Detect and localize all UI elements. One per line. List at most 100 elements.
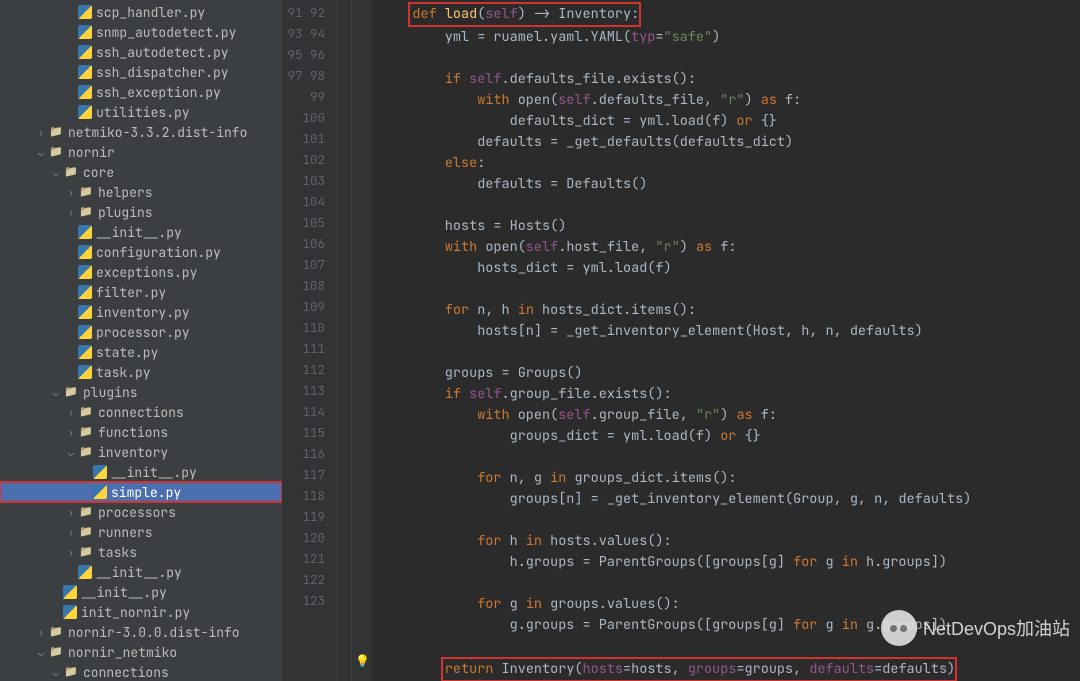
code-line[interactable]: hosts = Hosts() — [380, 216, 1080, 237]
tree-item-core[interactable]: core — [0, 162, 282, 182]
code-line[interactable]: yml = ruamel.yaml.YAML(typ="safe") — [380, 27, 1080, 48]
code-line[interactable]: if self.group_file.exists(): — [380, 384, 1080, 405]
tree-item-snmp-autodetect-py[interactable]: snmp_autodetect.py — [0, 22, 282, 42]
python-file-icon — [78, 65, 92, 79]
chevron-icon[interactable] — [49, 386, 63, 399]
chevron-icon[interactable] — [64, 446, 78, 459]
chevron-icon[interactable] — [34, 626, 48, 639]
project-tree[interactable]: scp_handler.pysnmp_autodetect.pyssh_auto… — [0, 0, 283, 681]
chevron-icon[interactable] — [34, 146, 48, 159]
tree-item--init-py[interactable]: __init__.py — [0, 582, 282, 602]
tree-item-label: nornir-3.0.0.dist-info — [68, 624, 240, 641]
code-line[interactable]: defaults = Defaults() — [380, 174, 1080, 195]
tree-item-inventory[interactable]: inventory — [0, 442, 282, 462]
code-line[interactable] — [380, 510, 1080, 531]
tree-item-connections[interactable]: connections — [0, 402, 282, 422]
code-line[interactable]: if self.defaults_file.exists(): — [380, 69, 1080, 90]
code-area[interactable]: def load(self) -> Inventory: yml = ruame… — [372, 0, 1080, 681]
code-line[interactable] — [380, 573, 1080, 594]
tree-item-inventory-py[interactable]: inventory.py — [0, 302, 282, 322]
tree-item-utilities-py[interactable]: utilities.py — [0, 102, 282, 122]
tree-item-configuration-py[interactable]: configuration.py — [0, 242, 282, 262]
chevron-icon[interactable] — [64, 186, 78, 199]
marker-column: 💡 — [352, 0, 372, 681]
tree-item-label: processor.py — [96, 324, 190, 341]
tree-item-netmiko-3-3-2-dist-info[interactable]: netmiko-3.3.2.dist-info — [0, 122, 282, 142]
chevron-icon[interactable] — [49, 166, 63, 179]
bulb-icon[interactable]: 💡 — [355, 653, 370, 669]
tree-item-label: inventory.py — [96, 304, 190, 321]
code-line[interactable]: for n, h in hosts_dict.items(): — [380, 300, 1080, 321]
chevron-icon[interactable] — [34, 646, 48, 659]
tree-item-plugins[interactable]: plugins — [0, 382, 282, 402]
code-editor[interactable]: 91 92 93 94 95 96 97 98 99 100 101 102 1… — [283, 0, 1080, 681]
tree-item--init-py[interactable]: __init__.py — [0, 222, 282, 242]
code-line[interactable] — [380, 48, 1080, 69]
tree-item-label: init_nornir.py — [81, 604, 190, 621]
code-line[interactable]: for h in hosts.values(): — [380, 531, 1080, 552]
code-line[interactable]: for n, g in groups_dict.items(): — [380, 468, 1080, 489]
chevron-icon[interactable] — [49, 666, 63, 679]
tree-item-connections[interactable]: connections — [0, 662, 282, 681]
code-line[interactable]: groups[n] = _get_inventory_element(Group… — [380, 489, 1080, 510]
tree-item-label: connections — [98, 404, 184, 421]
code-line[interactable]: return Inventory(hosts=hosts, groups=gro… — [380, 657, 1080, 681]
tree-item-label: __init__.py — [96, 564, 182, 581]
chevron-icon[interactable] — [64, 526, 78, 539]
python-file-icon — [78, 5, 92, 19]
code-line[interactable]: hosts_dict = yml.load(f) — [380, 258, 1080, 279]
tree-item-ssh-dispatcher-py[interactable]: ssh_dispatcher.py — [0, 62, 282, 82]
tree-item--init-py[interactable]: __init__.py — [0, 462, 282, 482]
code-line[interactable]: else: — [380, 153, 1080, 174]
code-line[interactable] — [380, 279, 1080, 300]
tree-item-functions[interactable]: functions — [0, 422, 282, 442]
code-line[interactable]: groups = Groups() — [380, 363, 1080, 384]
code-line[interactable]: hosts[n] = _get_inventory_element(Host, … — [380, 321, 1080, 342]
code-line[interactable]: defaults_dict = yml.load(f) or {} — [380, 111, 1080, 132]
folder-icon — [63, 664, 79, 680]
chevron-icon[interactable] — [64, 506, 78, 519]
folder-icon — [48, 124, 64, 140]
tree-item-nornir-netmiko[interactable]: nornir_netmiko — [0, 642, 282, 662]
code-line[interactable]: h.groups = ParentGroups([groups[g] for g… — [380, 552, 1080, 573]
code-line[interactable] — [380, 636, 1080, 657]
tree-item-scp-handler-py[interactable]: scp_handler.py — [0, 2, 282, 22]
chevron-icon[interactable] — [64, 426, 78, 439]
code-line[interactable]: g.groups = ParentGroups([groups[g] for g… — [380, 615, 1080, 636]
tree-item-processors[interactable]: processors — [0, 502, 282, 522]
tree-item-nornir-3-0-0-dist-info[interactable]: nornir-3.0.0.dist-info — [0, 622, 282, 642]
code-line[interactable]: with open(self.host_file, "r") as f: — [380, 237, 1080, 258]
tree-item-label: netmiko-3.3.2.dist-info — [68, 124, 247, 141]
code-line[interactable]: with open(self.group_file, "r") as f: — [380, 405, 1080, 426]
tree-item-ssh-exception-py[interactable]: ssh_exception.py — [0, 82, 282, 102]
chevron-icon[interactable] — [64, 546, 78, 559]
chevron-icon[interactable] — [34, 126, 48, 139]
code-line[interactable] — [380, 195, 1080, 216]
tree-item-exceptions-py[interactable]: exceptions.py — [0, 262, 282, 282]
folder-icon — [48, 644, 64, 660]
tree-item-filter-py[interactable]: filter.py — [0, 282, 282, 302]
code-line[interactable]: groups_dict = yml.load(f) or {} — [380, 426, 1080, 447]
code-line[interactable]: def load(self) -> Inventory: — [380, 2, 1080, 27]
tree-item-simple-py[interactable]: simple.py — [0, 482, 282, 502]
tree-item-runners[interactable]: runners — [0, 522, 282, 542]
chevron-icon[interactable] — [64, 406, 78, 419]
tree-item-state-py[interactable]: state.py — [0, 342, 282, 362]
code-line[interactable] — [380, 447, 1080, 468]
folder-icon — [78, 404, 94, 420]
code-line[interactable]: for g in groups.values(): — [380, 594, 1080, 615]
tree-item-processor-py[interactable]: processor.py — [0, 322, 282, 342]
chevron-icon[interactable] — [64, 206, 78, 219]
tree-item-init-nornir-py[interactable]: init_nornir.py — [0, 602, 282, 622]
code-line[interactable]: with open(self.defaults_file, "r") as f: — [380, 90, 1080, 111]
code-line[interactable] — [380, 342, 1080, 363]
tree-item-nornir[interactable]: nornir — [0, 142, 282, 162]
tree-item-tasks[interactable]: tasks — [0, 542, 282, 562]
tree-item--init-py[interactable]: __init__.py — [0, 562, 282, 582]
tree-item-plugins[interactable]: plugins — [0, 202, 282, 222]
tree-item-helpers[interactable]: helpers — [0, 182, 282, 202]
code-line[interactable]: defaults = _get_defaults(defaults_dict) — [380, 132, 1080, 153]
tree-item-label: tasks — [98, 544, 137, 561]
tree-item-ssh-autodetect-py[interactable]: ssh_autodetect.py — [0, 42, 282, 62]
tree-item-task-py[interactable]: task.py — [0, 362, 282, 382]
